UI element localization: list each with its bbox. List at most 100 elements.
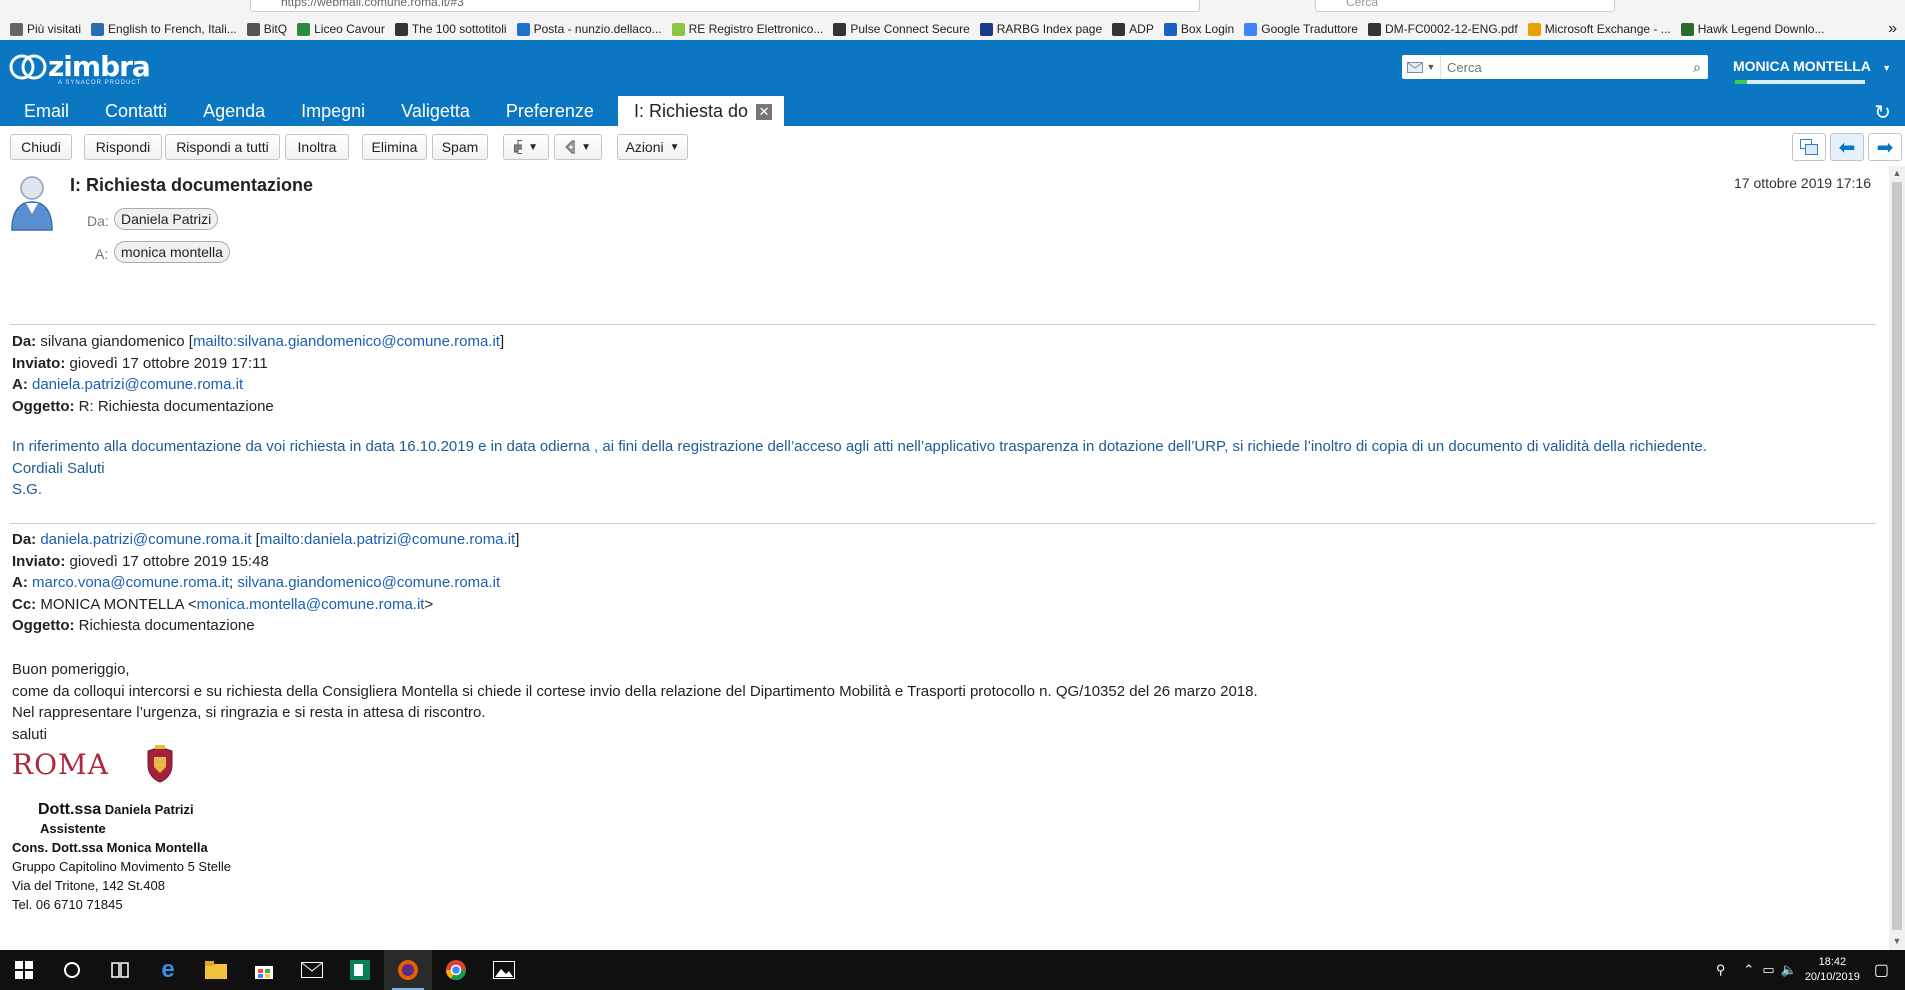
quoted-subject: R: Richiesta documentazione: [78, 397, 274, 415]
refresh-icon[interactable]: ↻: [1874, 100, 1891, 125]
tab-contatti[interactable]: Contatti: [87, 96, 185, 126]
recipient-link[interactable]: silvana.giandomenico@comune.roma.it: [237, 574, 500, 591]
quoted-body-1: In riferimento alla documentazione da vo…: [12, 436, 1707, 501]
delete-button[interactable]: Elimina: [362, 134, 427, 160]
bookmark-label: The 100 sottotitoli: [411, 22, 507, 36]
reply-button[interactable]: Rispondi: [84, 134, 162, 160]
to-label: A:: [95, 246, 109, 262]
signature-role: Assistente: [40, 821, 106, 836]
box-icon: [1163, 22, 1177, 36]
bookmark-item[interactable]: BitQ: [246, 22, 287, 36]
bookmark-item[interactable]: Pulse Connect Secure: [833, 22, 970, 36]
address-bar[interactable]: https://webmail.comune.roma.it/#3: [250, 0, 1200, 12]
bookmark-label: Microsoft Exchange - ...: [1544, 22, 1671, 36]
recipient-link[interactable]: daniela.patrizi@comune.roma.it: [32, 376, 243, 393]
tab-active-message[interactable]: I: Richiesta do ✕: [617, 96, 785, 126]
bookmark-item[interactable]: Più visitati: [10, 22, 81, 36]
to-contact-pill[interactable]: monica montella: [114, 241, 230, 263]
actions-button[interactable]: Azioni ▼: [617, 134, 688, 160]
scroll-down-icon[interactable]: ▼: [1889, 936, 1905, 950]
bookmark-item[interactable]: Posta - nunzio.dellaco...: [516, 22, 662, 36]
reply-all-button[interactable]: Rispondi a tutti: [165, 134, 280, 160]
from-label: Da:: [87, 213, 109, 229]
globe-icon: [1367, 22, 1381, 36]
message-scrollbar[interactable]: ▲ ▼: [1889, 166, 1905, 950]
next-message-button[interactable]: ➡: [1868, 133, 1902, 161]
sender-link[interactable]: daniela.patrizi@comune.roma.it: [40, 531, 251, 548]
from-label: Da:: [12, 531, 37, 548]
sender-name: silvana giandomenico [: [40, 333, 193, 350]
file-explorer-icon[interactable]: [192, 950, 240, 990]
bookmark-item[interactable]: English to French, Itali...: [91, 22, 237, 36]
initials: S.G.: [12, 481, 43, 498]
closing: Cordiali Saluti: [12, 459, 105, 477]
tab-email[interactable]: Email: [0, 96, 87, 126]
task-view-icon[interactable]: [96, 950, 144, 990]
zimbra-logo[interactable]: zimbra A SYNACOR PRODUCT: [8, 50, 151, 86]
bookmark-item[interactable]: Liceo Cavour: [297, 22, 385, 36]
tab-valigetta[interactable]: Valigetta: [383, 96, 488, 126]
bookmark-item[interactable]: The 100 sottotitoli: [394, 22, 507, 36]
tab-preferenze[interactable]: Preferenze: [488, 96, 612, 126]
forward-button[interactable]: Inoltra: [285, 134, 349, 160]
firefox-icon[interactable]: [384, 950, 432, 990]
cc-link[interactable]: monica.montella@comune.roma.it: [197, 596, 425, 613]
clock[interactable]: 18:42 20/10/2019: [1805, 955, 1860, 985]
bookmark-item[interactable]: Hawk Legend Downlo...: [1680, 22, 1824, 36]
search-type-dropdown[interactable]: ▼: [1402, 55, 1441, 79]
store-icon[interactable]: [240, 950, 288, 990]
search-icon[interactable]: ⌕: [1686, 59, 1708, 76]
bookmark-label: Box Login: [1180, 22, 1235, 36]
chevron-down-icon: ▼: [528, 141, 538, 153]
close-icon[interactable]: ✕: [756, 104, 773, 120]
message-date: 17 ottobre 2019 17:16: [1733, 175, 1871, 191]
spam-button[interactable]: Spam: [432, 134, 488, 160]
body-line: Nel rappresentare l’urgenza, si ringrazi…: [12, 704, 486, 721]
app-tabs: Email Contatti Agenda Impegni Valigetta Prefe…: [0, 96, 785, 126]
search-circle-icon[interactable]: [48, 950, 96, 990]
body-line: come da colloqui intercorsi e su richies…: [12, 682, 1258, 700]
network-icon[interactable]: ▭: [1762, 962, 1774, 978]
bookmark-item[interactable]: RARBG Index page: [979, 22, 1102, 36]
user-menu[interactable]: MONICA MONTELLA ▼: [1733, 58, 1891, 84]
photos-icon[interactable]: [480, 950, 528, 990]
logo-text: zimbra: [48, 50, 151, 83]
chevron-up-icon[interactable]: ⌃: [1743, 962, 1754, 978]
bookmark-item[interactable]: DM-FC0002-12-ENG.pdf: [1367, 22, 1518, 36]
bookmark-label: Liceo Cavour: [314, 22, 385, 36]
bookmark-item[interactable]: Box Login: [1163, 22, 1235, 36]
speaker-icon[interactable]: 🔈: [1781, 962, 1797, 978]
bookmark-item[interactable]: Google Traduttore: [1244, 22, 1358, 36]
people-icon[interactable]: ⚲: [1716, 962, 1726, 978]
search-input[interactable]: [1441, 58, 1686, 76]
roma-logo-text: ROMA: [12, 747, 109, 781]
recipient-link[interactable]: marco.vona@comune.roma.it: [32, 574, 229, 591]
sender-mailto-link[interactable]: mailto:daniela.patrizi@comune.roma.it: [260, 531, 515, 548]
bookmark-item[interactable]: Microsoft Exchange - ...: [1527, 22, 1671, 36]
sender-mailto-link[interactable]: mailto:silvana.giandomenico@comune.roma.…: [193, 333, 500, 350]
scroll-up-icon[interactable]: ▲: [1889, 168, 1905, 182]
notifications-icon[interactable]: ▢: [1874, 960, 1889, 980]
print-button[interactable]: ▼: [503, 134, 549, 160]
sent-date: giovedì 17 ottobre 2019 17:11: [69, 354, 268, 372]
from-contact-pill[interactable]: Daniela Patrizi: [114, 208, 219, 230]
scrollbar-thumb[interactable]: [1892, 182, 1902, 930]
signature-name: Daniela Patrizi: [101, 802, 194, 817]
edge-icon[interactable]: e: [144, 950, 192, 990]
mail-icon[interactable]: [288, 950, 336, 990]
browser-search[interactable]: Cerca: [1315, 0, 1615, 12]
previous-message-button[interactable]: ⬅: [1830, 133, 1864, 161]
tag-button[interactable]: ▼: [554, 134, 602, 160]
close-button[interactable]: Chiudi: [10, 134, 72, 160]
start-button[interactable]: [0, 950, 48, 990]
actions-label: Azioni: [625, 139, 664, 155]
publisher-icon[interactable]: [336, 950, 384, 990]
detach-window-button[interactable]: [1792, 133, 1826, 161]
chrome-icon[interactable]: [432, 950, 480, 990]
tab-agenda[interactable]: Agenda: [185, 96, 283, 126]
chevron-double-right-icon[interactable]: »: [1888, 20, 1897, 38]
school-icon: [297, 22, 311, 36]
bookmark-item[interactable]: ADP: [1112, 22, 1154, 36]
tab-impegni[interactable]: Impegni: [283, 96, 383, 126]
bookmark-item[interactable]: RE Registro Elettronico...: [671, 22, 823, 36]
